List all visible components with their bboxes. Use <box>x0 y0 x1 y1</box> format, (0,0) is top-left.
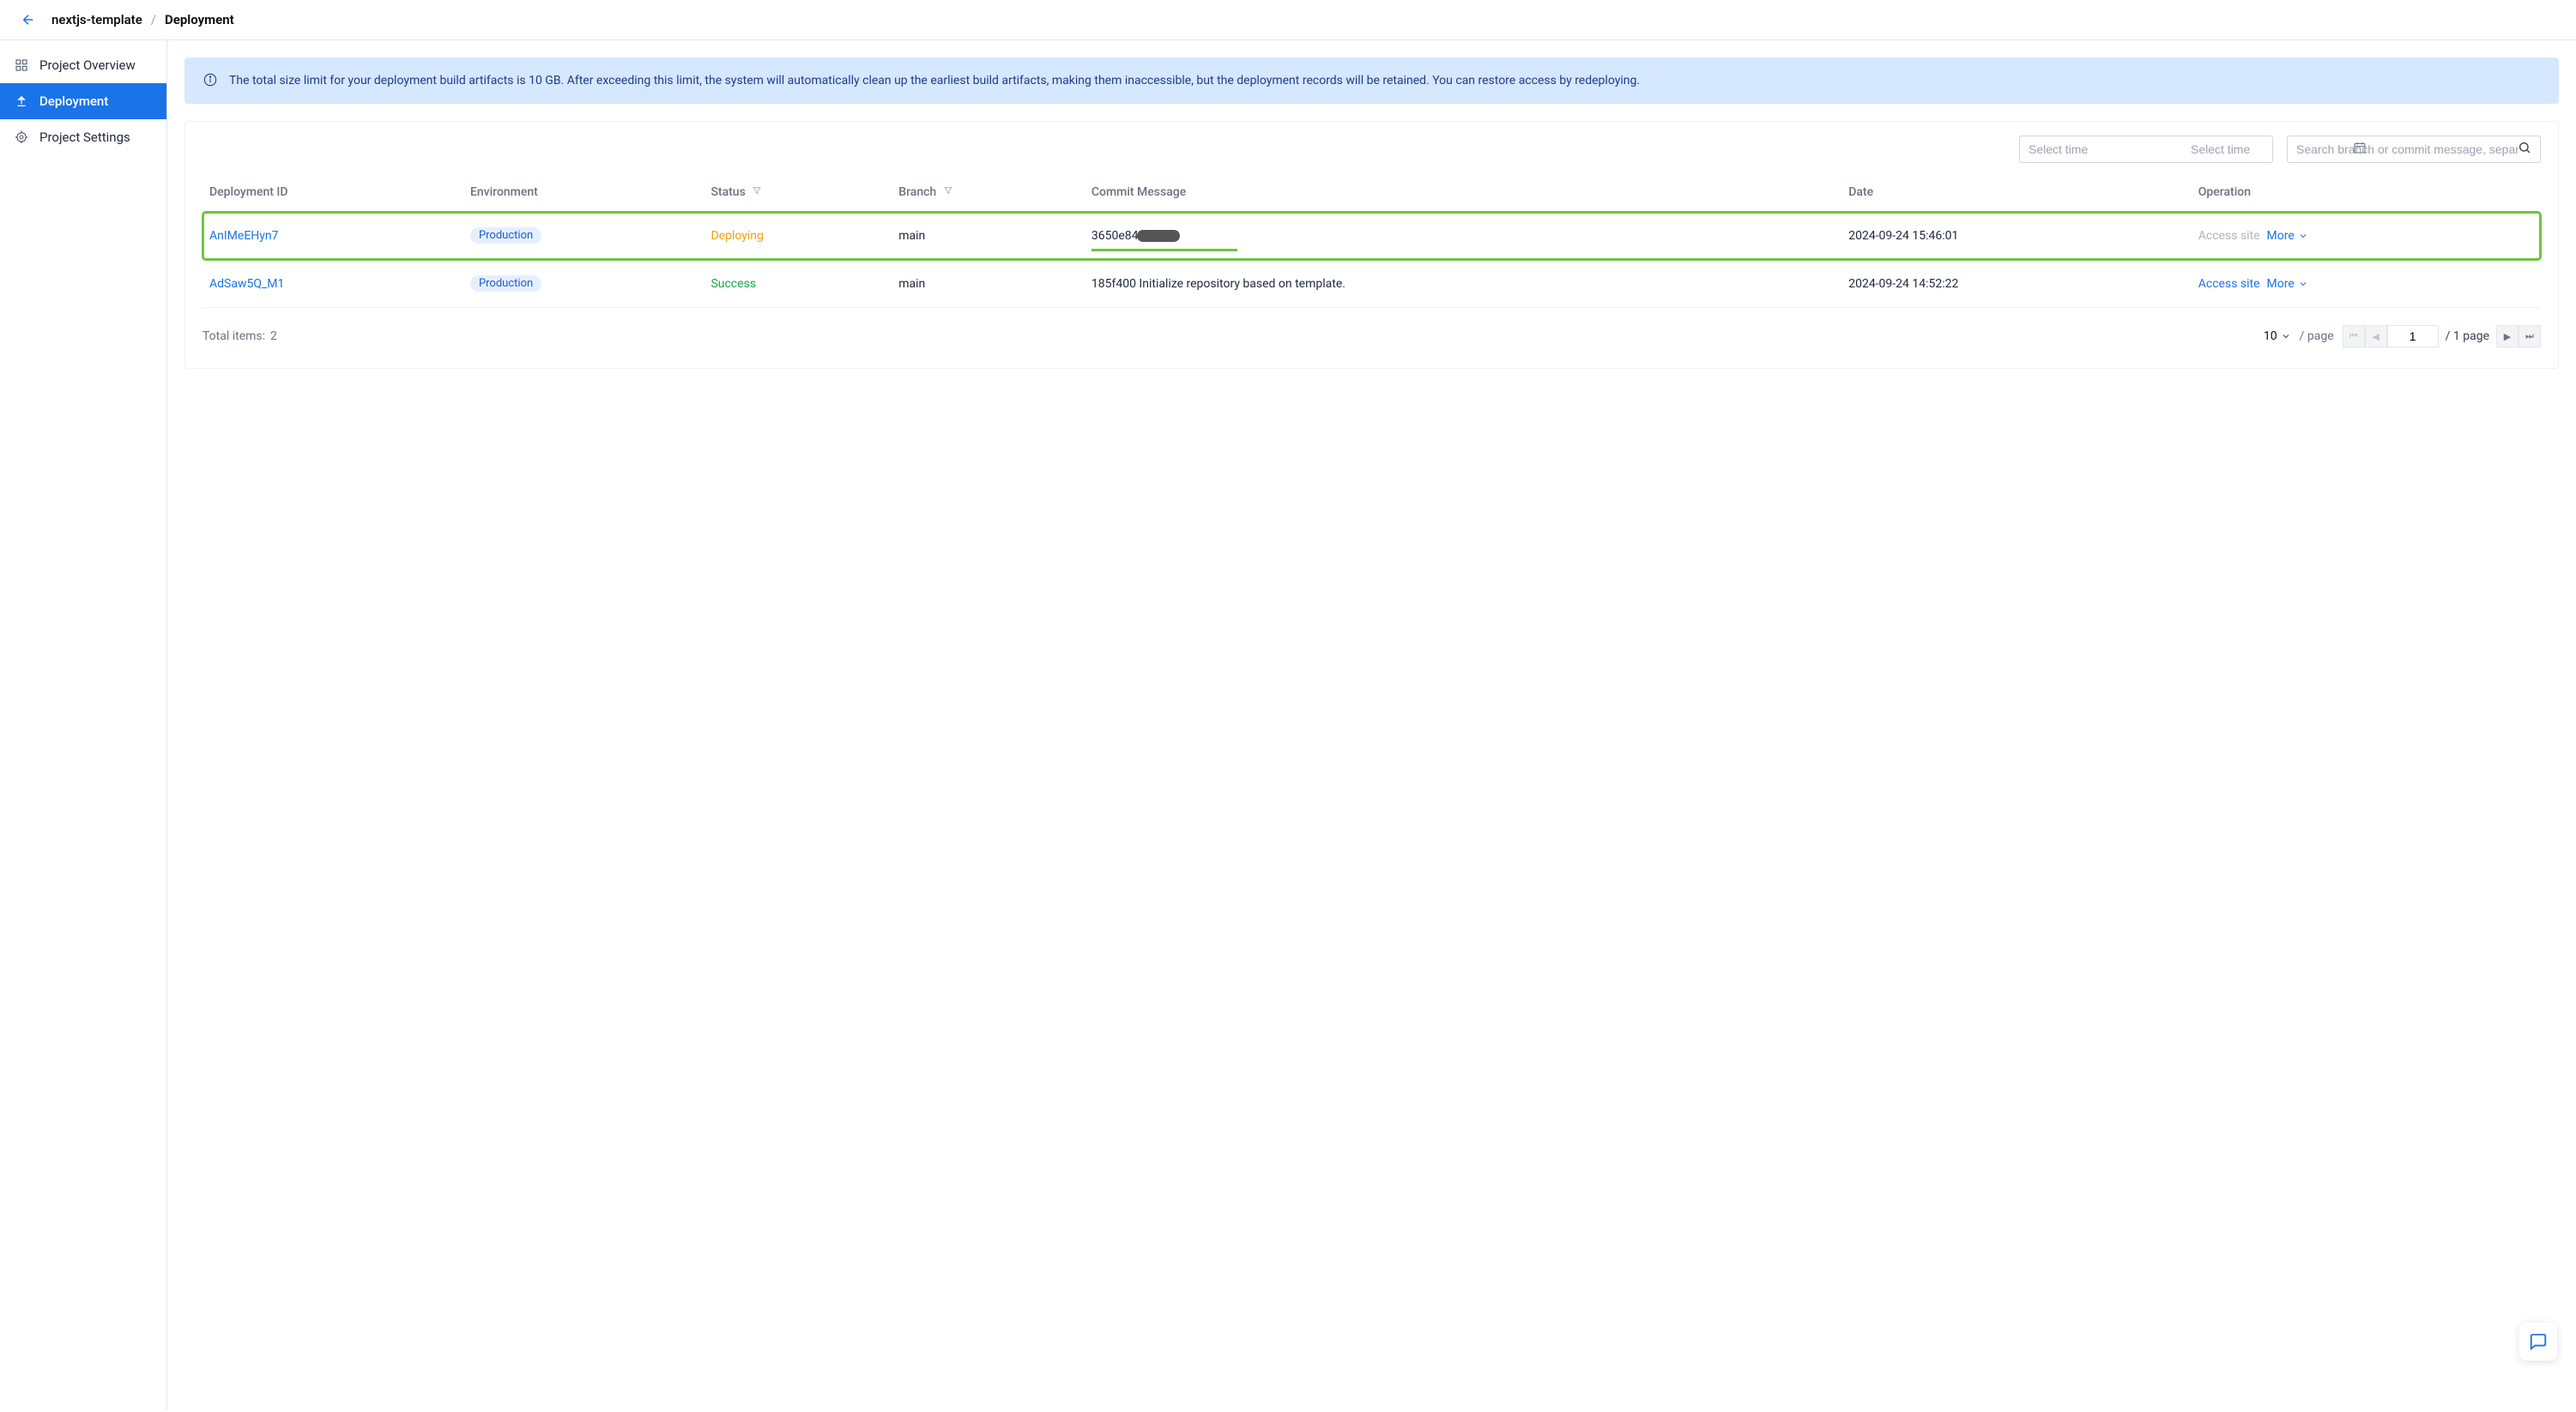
col-status[interactable]: Status <box>704 173 892 212</box>
env-badge: Production <box>470 227 541 244</box>
chevron-down-icon <box>2298 231 2308 241</box>
date-range-picker[interactable] <box>2019 136 2273 163</box>
search-box[interactable] <box>2287 136 2541 163</box>
branch-cell: main <box>892 260 1085 308</box>
sidebar-item-overview[interactable]: Project Overview <box>0 47 166 83</box>
per-page-label: / page <box>2300 329 2334 343</box>
more-dropdown[interactable]: More <box>2267 277 2308 291</box>
total-count: 2 <box>270 329 277 343</box>
chevron-down-icon <box>2298 279 2308 289</box>
pager-first[interactable]: ⏮ <box>2343 325 2365 347</box>
env-badge: Production <box>470 275 541 292</box>
col-operation: Operation <box>2192 173 2541 212</box>
deployment-id-link[interactable]: AdSaw5Q_M1 <box>209 277 284 291</box>
branch-cell: main <box>892 212 1085 260</box>
commit-cell: 3650e84 <box>1085 212 1841 260</box>
breadcrumb-separator: / <box>151 12 156 27</box>
col-date: Date <box>1841 173 2192 212</box>
header: nextjs-template / Deployment <box>0 0 2576 40</box>
chat-fab[interactable] <box>2519 1323 2557 1361</box>
gear-icon <box>14 130 29 145</box>
sidebar-item-label: Deployment <box>39 94 108 109</box>
upload-icon <box>14 94 29 109</box>
table-row: AdSaw5Q_M1 Production Success main185f400 I… <box>203 260 2541 308</box>
status-text: Deploying <box>711 229 763 243</box>
status-text: Success <box>711 277 756 291</box>
sidebar-item-label: Project Settings <box>39 130 130 145</box>
date-from-input[interactable] <box>2029 142 2184 156</box>
sidebar-item-label: Project Overview <box>39 57 136 73</box>
deployments-card: Deployment ID Environment Status Branch <box>184 121 2559 369</box>
search-input[interactable] <box>2296 142 2518 156</box>
breadcrumb: nextjs-template / Deployment <box>51 12 234 27</box>
access-site-link: Access site <box>2198 229 2260 243</box>
page-size-select[interactable]: 10 <box>2264 329 2291 343</box>
chevron-down-icon <box>2281 331 2291 341</box>
deployment-id-link[interactable]: AnIMeEHyn7 <box>209 229 279 243</box>
redacted-bar <box>1137 230 1180 242</box>
back-arrow-icon[interactable] <box>21 12 36 27</box>
sidebar: Project Overview Deployment Project Sett… <box>0 40 167 1409</box>
breadcrumb-project[interactable]: nextjs-template <box>51 12 142 27</box>
col-commit-message: Commit Message <box>1085 173 1841 212</box>
sidebar-item-deployment[interactable]: Deployment <box>0 83 166 119</box>
table-row: AnIMeEHyn7 Production Deploying main3650e84… <box>203 212 2541 260</box>
main-content: The total size limit for your deployment… <box>167 40 2576 1409</box>
table-footer: Total items: 2 10 / page ⏮ ◀ / 1 page ▶ <box>203 308 2541 347</box>
date-cell: 2024-09-24 14:52:22 <box>1841 260 2192 308</box>
filter-icon[interactable] <box>752 185 762 199</box>
col-deployment-id: Deployment ID <box>203 173 463 212</box>
pager-current[interactable] <box>2387 325 2439 347</box>
access-site-link[interactable]: Access site <box>2198 277 2260 291</box>
pager-next[interactable]: ▶ <box>2496 325 2519 347</box>
banner-message: The total size limit for your deployment… <box>229 71 1640 90</box>
filter-icon[interactable] <box>943 185 953 199</box>
breadcrumb-page: Deployment <box>165 12 234 27</box>
more-dropdown[interactable]: More <box>2267 229 2308 243</box>
col-environment: Environment <box>463 173 704 212</box>
deployments-table: Deployment ID Environment Status Branch <box>203 173 2541 308</box>
pager-total: / 1 page <box>2446 329 2489 343</box>
col-branch[interactable]: Branch <box>892 173 1085 212</box>
commit-cell: 185f400 Initialize repository based on t… <box>1085 260 1841 308</box>
search-icon <box>2518 141 2531 158</box>
chat-icon <box>2529 1332 2548 1351</box>
pager: ⏮ ◀ / 1 page ▶ ⏭ <box>2343 325 2541 347</box>
table-toolbar <box>203 136 2541 163</box>
pager-prev[interactable]: ◀ <box>2365 325 2387 347</box>
info-banner: The total size limit for your deployment… <box>184 57 2559 104</box>
sidebar-item-settings[interactable]: Project Settings <box>0 119 166 155</box>
date-cell: 2024-09-24 15:46:01 <box>1841 212 2192 260</box>
dashboard-icon <box>14 57 29 73</box>
info-icon <box>203 73 217 87</box>
total-label: Total items: <box>203 329 265 343</box>
pager-last[interactable]: ⏭ <box>2519 325 2541 347</box>
